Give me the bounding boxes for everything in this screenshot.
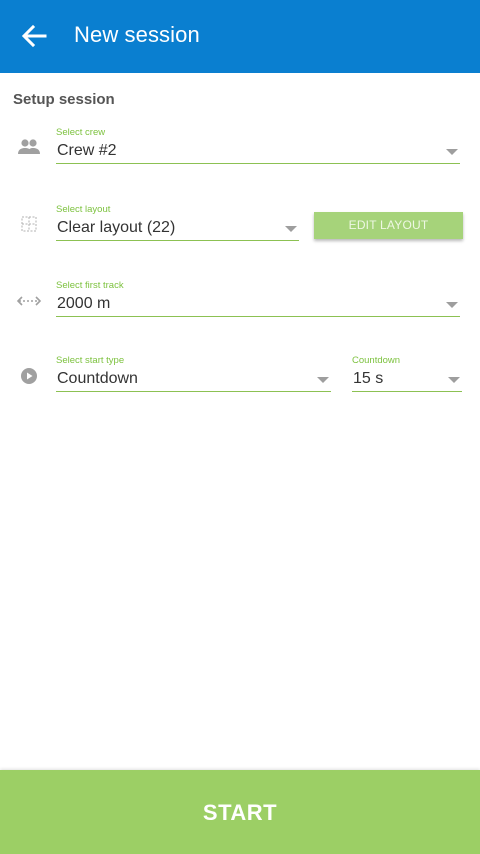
layout-grid-icon: [18, 212, 44, 238]
chevron-down-icon: [446, 149, 458, 155]
select-start-type-label: Select start type: [56, 355, 125, 366]
group-icon: [16, 135, 42, 161]
first-track-select[interactable]: 2000 m: [56, 291, 460, 317]
select-crew-label: Select crew: [56, 127, 106, 138]
start-type-select[interactable]: Countdown: [56, 366, 331, 392]
countdown-select[interactable]: 15 s: [352, 366, 462, 392]
select-layout-label: Select layout: [56, 204, 111, 215]
start-button[interactable]: START: [0, 770, 480, 854]
page-title: New session: [74, 22, 200, 47]
countdown-label: Countdown: [352, 355, 401, 366]
select-first-track-label: Select first track: [56, 280, 124, 291]
crew-select[interactable]: Crew #2: [56, 138, 460, 164]
back-arrow-icon[interactable]: [18, 20, 50, 52]
first-track-select-value: 2000 m: [57, 295, 111, 312]
chevron-down-icon: [317, 377, 329, 383]
play-circle-icon: [17, 363, 43, 389]
countdown-select-value: 15 s: [353, 370, 384, 387]
chevron-down-icon: [285, 226, 297, 232]
layout-select[interactable]: Clear layout (22): [56, 215, 299, 241]
setup-session-heading: Setup session: [13, 91, 115, 108]
layout-select-value: Clear layout (22): [57, 219, 176, 236]
distance-arrows-icon: [16, 288, 42, 314]
app-bar: New session: [0, 0, 480, 73]
edit-layout-button[interactable]: EDIT LAYOUT: [314, 212, 463, 239]
chevron-down-icon: [446, 302, 458, 308]
crew-select-value: Crew #2: [57, 142, 117, 159]
start-type-select-value: Countdown: [57, 370, 138, 387]
chevron-down-icon: [448, 377, 460, 383]
